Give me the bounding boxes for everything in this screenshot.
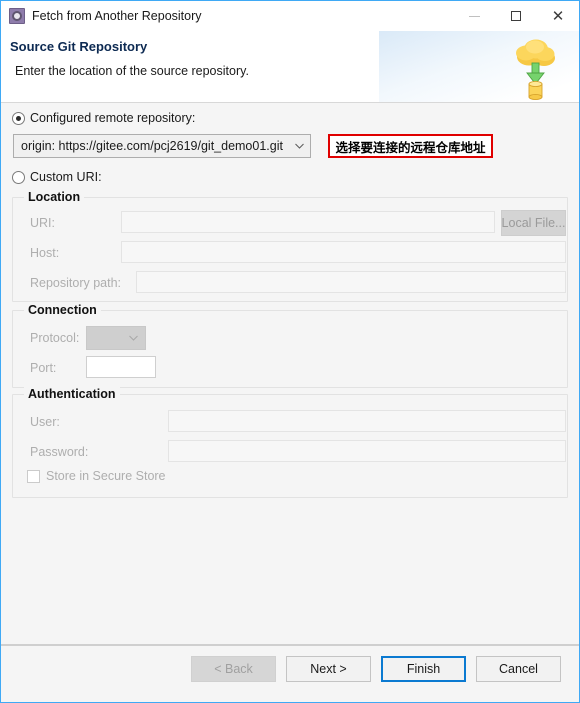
window-controls: ✕ [453,1,579,31]
title-bar: Fetch from Another Repository ✕ [1,1,579,31]
user-input[interactable] [168,410,566,432]
connection-group: Connection Protocol: Port: [12,303,568,388]
radio-custom-uri[interactable]: Custom URI: [12,170,102,184]
radio-custom-uri-indicator [12,170,25,184]
uri-label: URI: [30,216,55,230]
store-secure-store-checkbox[interactable]: Store in Secure Store [27,469,166,483]
location-group-label: Location [24,190,85,204]
location-group: Location URI: Local File... Host: Reposi… [12,190,568,302]
button-bar: < Back Next > Finish Cancel [191,656,561,682]
page-title: Source Git Repository [10,39,148,54]
port-input[interactable] [86,356,156,378]
annotation-callout: 选择要连接的远程仓库地址 [328,134,493,158]
next-button[interactable]: Next > [286,656,371,682]
cloud-fetch-to-database-icon [511,35,561,101]
authentication-group: Authentication User: Password: Store in … [12,387,568,498]
wizard-header: Source Git Repository Enter the location… [1,31,579,103]
git-repository-icon [9,8,25,24]
password-label: Password: [30,445,89,459]
radio-custom-uri-label: Custom URI: [30,170,102,184]
remote-repository-select[interactable]: origin: https://gitee.com/pcj2619/git_de… [13,134,311,158]
repository-path-input[interactable] [136,271,566,293]
chevron-down-icon [126,335,140,341]
annotation-text: 选择要连接的远程仓库地址 [335,139,486,155]
dialog-footer: < Back Next > Finish Cancel [1,644,579,702]
title-bar-left: Fetch from Another Repository [1,8,202,24]
fetch-repository-dialog: Fetch from Another Repository ✕ Source G… [0,0,580,703]
store-secure-store-checkbox-box [27,469,40,483]
finish-button[interactable]: Finish [381,656,466,682]
page-description: Enter the location of the source reposit… [15,64,249,78]
host-label: Host: [30,246,60,260]
protocol-select[interactable] [86,326,146,350]
local-file-button[interactable]: Local File... [501,210,566,236]
radio-configured-remote[interactable]: Configured remote repository: [12,111,195,125]
store-secure-store-label: Store in Secure Store [46,469,166,483]
port-label: Port: [30,361,57,375]
radio-configured-remote-indicator [12,111,25,125]
window-title: Fetch from Another Repository [32,9,202,23]
remote-repository-value: origin: https://gitee.com/pcj2619/git_de… [21,139,283,153]
repository-path-label: Repository path: [30,276,122,290]
wizard-body: Configured remote repository: origin: ht… [1,103,579,644]
uri-input[interactable] [121,211,495,233]
host-input[interactable] [121,241,566,263]
minimize-icon[interactable] [453,1,495,31]
close-icon[interactable]: ✕ [537,1,579,31]
user-label: User: [30,415,60,429]
protocol-label: Protocol: [30,331,80,345]
connection-group-label: Connection [24,303,101,317]
cancel-button[interactable]: Cancel [476,656,561,682]
radio-configured-remote-label: Configured remote repository: [30,111,196,125]
password-input[interactable] [168,440,566,462]
maximize-icon[interactable] [495,1,537,31]
chevron-down-icon [292,143,306,149]
back-button[interactable]: < Back [191,656,276,682]
authentication-group-label: Authentication [24,387,120,401]
